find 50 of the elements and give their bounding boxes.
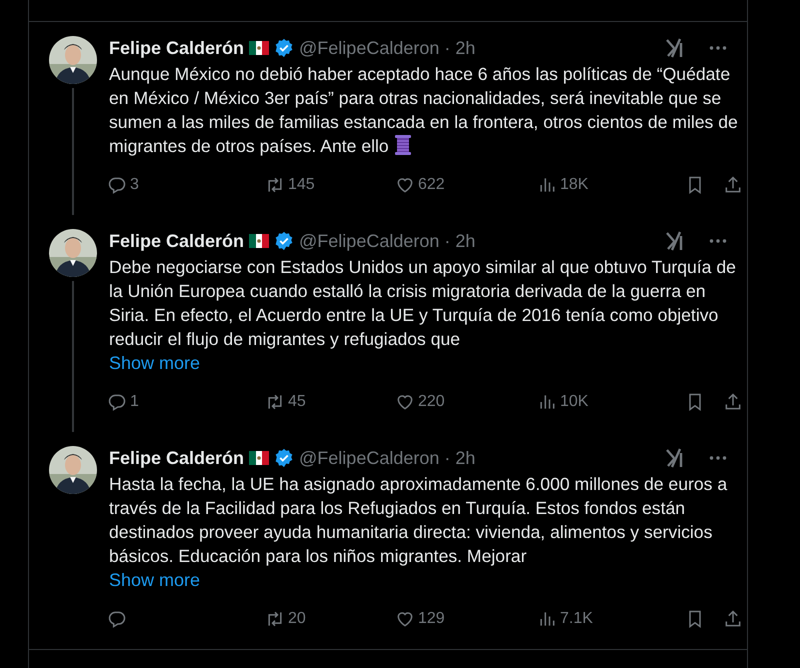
share-icon: [723, 392, 743, 412]
speech-bubble-icon: [107, 609, 127, 629]
more-icon[interactable]: [709, 455, 727, 461]
user-handle[interactable]: @FelipeCalderon: [299, 38, 440, 58]
views-button[interactable]: 7.1K: [537, 609, 593, 629]
separator-dot: ·: [444, 448, 450, 468]
separator-dot: ·: [444, 230, 450, 252]
views-button[interactable]: 18K: [537, 175, 588, 195]
slash-logo-icon[interactable]: [666, 38, 684, 58]
slash-logo-icon[interactable]: [666, 231, 684, 251]
author-name[interactable]: Felipe Calderón: [109, 230, 244, 252]
slash-logo-icon[interactable]: [666, 448, 684, 468]
like-button[interactable]: 220: [395, 392, 445, 412]
heart-icon: [395, 175, 415, 195]
show-more-link[interactable]: Show more: [109, 351, 200, 375]
reply-button[interactable]: 3: [107, 175, 139, 195]
repost-button[interactable]: 20: [265, 609, 306, 629]
user-handle[interactable]: @FelipeCalderon: [299, 230, 440, 252]
heart-icon: [395, 392, 415, 412]
flag-icon: [249, 41, 270, 55]
post-time[interactable]: 2h: [455, 230, 476, 252]
share-button[interactable]: [723, 609, 743, 629]
flag-icon: [249, 234, 270, 248]
post-text: Aunque México no debió haber aceptado hace 6 años las políticas de “Quédate en México / México 3er país” para otras nacionalidades, será inevitable que se sumen a las miles de familias estancada en la frontera, otros cientos de miles de migrantes de otros países. Ante ello: [109, 63, 739, 158]
more-icon[interactable]: [709, 45, 727, 51]
speech-bubble-icon: [107, 175, 127, 195]
author-name[interactable]: Felipe Calderón: [109, 448, 244, 468]
like-button[interactable]: 129: [395, 609, 445, 629]
share-icon: [723, 175, 743, 195]
flag-icon: [249, 451, 270, 465]
reply-button[interactable]: [107, 609, 127, 629]
post-time[interactable]: 2h: [455, 38, 476, 58]
repost-button[interactable]: 145: [265, 175, 315, 195]
like-button[interactable]: 622: [395, 175, 445, 195]
post-text: Debe negociarse con Estados Unidos un apoyo similar al que obtuvo Turquía de la Unión Europea cuando estalló la crisis migratoria derivada de la guerra en Siria. En efecto, el Acuerdo entre la UE y Turquía de 2016 tenía como objetivo reducir el flujo de migrantes y refugiados que: [109, 256, 737, 351]
post-time[interactable]: 2h: [455, 448, 476, 468]
author-name[interactable]: Felipe Calderón: [109, 38, 244, 58]
speech-bubble-icon: [107, 392, 127, 412]
reply-button[interactable]: 1: [107, 392, 139, 412]
more-icon[interactable]: [709, 238, 727, 244]
views-button[interactable]: 10K: [537, 392, 588, 412]
separator-dot: ·: [444, 38, 450, 58]
user-handle[interactable]: @FelipeCalderon: [299, 448, 440, 468]
share-button[interactable]: [723, 392, 743, 412]
share-button[interactable]: [723, 175, 743, 195]
heart-icon: [395, 609, 415, 629]
share-icon: [723, 609, 743, 629]
post-text: Hasta la fecha, la UE ha asignado aproximadamente 6.000 millones de euros a través de la Facilidad para los Refugiados en Turquía. Estos fondos están destinados proveer ayuda humanitaria directa: vivienda, alimentos y servicios básicos. Educación para los niños migrantes. Mejorar: [109, 473, 728, 568]
repost-button[interactable]: 45: [265, 392, 306, 412]
show-more-link[interactable]: Show more: [109, 568, 200, 592]
